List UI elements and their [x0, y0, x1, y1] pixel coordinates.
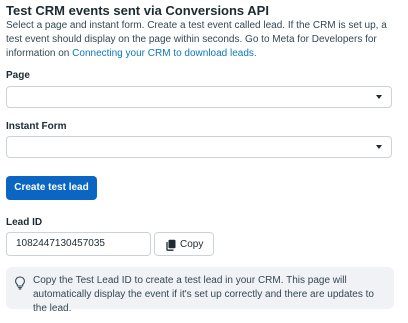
page-select[interactable]	[6, 86, 392, 108]
create-test-lead-button[interactable]: Create test lead	[6, 176, 97, 200]
chevron-down-icon	[376, 95, 382, 99]
page-label: Page	[6, 70, 30, 81]
instant-form-label: Instant Form	[6, 121, 67, 132]
copy-icon	[166, 239, 176, 251]
copy-button-label: Copy	[180, 239, 204, 250]
crm-help-link[interactable]: Connecting your CRM to download leads.	[72, 48, 257, 59]
instant-form-select[interactable]	[6, 136, 392, 158]
description: Select a page and instant form. Create a…	[6, 19, 402, 61]
page-title: Test CRM events sent via Conversions API	[6, 3, 269, 18]
copy-button[interactable]: Copy	[154, 232, 214, 256]
lead-id-field[interactable]: 1082447130457035	[6, 232, 151, 256]
lead-id-label: Lead ID	[6, 217, 43, 228]
lightbulb-icon	[15, 276, 25, 290]
info-text: Copy the Test Lead ID to create a test l…	[33, 275, 374, 314]
info-banner: Copy the Test Lead ID to create a test l…	[6, 267, 394, 314]
chevron-down-icon	[376, 145, 382, 149]
